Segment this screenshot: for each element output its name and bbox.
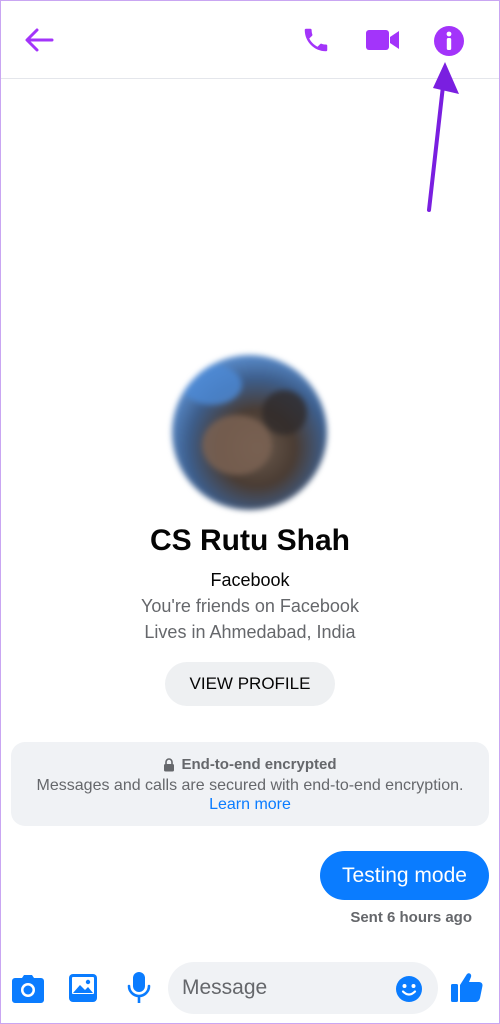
microphone-icon [127,972,151,1003]
phone-icon [304,28,328,52]
encryption-title: End-to-end encrypted [181,756,337,773]
contact-avatar[interactable] [172,355,327,510]
emoji-icon [396,976,422,1002]
outgoing-message-bubble[interactable]: Testing mode [320,851,489,900]
info-icon [434,26,464,56]
annotation-arrow [427,62,459,212]
encryption-description: Messages and calls are secured with end-… [31,776,469,814]
contact-platform: Facebook [210,570,290,590]
encryption-notice: End-to-end encrypted Messages and calls … [11,742,489,826]
encryption-body-text: Messages and calls are secured with end-… [36,777,464,794]
lock-icon [164,757,175,771]
learn-more-link[interactable]: Learn more [209,796,291,813]
message-input[interactable] [182,962,382,1014]
conversation-info-button[interactable] [431,23,467,59]
friendship-status: You're friends on Facebook [141,596,359,616]
contact-location: Lives in Ahmedabad, India [144,622,356,642]
voice-message-button[interactable] [124,970,154,1006]
message-composer[interactable] [168,962,438,1014]
emoji-button[interactable] [395,975,423,1003]
like-button[interactable] [448,968,486,1006]
contact-name: CS Rutu Shah [150,524,350,557]
message-sent-status: Sent 6 hours ago [350,909,472,926]
video-call-button[interactable] [362,23,404,57]
gallery-button[interactable] [66,971,100,1005]
camera-icon [12,975,44,1003]
gallery-icon [69,974,97,1002]
audio-call-button[interactable] [297,23,335,57]
camera-button[interactable] [10,972,46,1006]
back-button[interactable] [22,24,56,56]
video-camera-icon [366,30,399,50]
back-arrow-icon [25,28,54,52]
view-profile-button[interactable]: VIEW PROFILE [165,662,335,706]
thumbs-up-icon [451,973,483,1002]
encryption-title-row: End-to-end encrypted [11,756,489,773]
